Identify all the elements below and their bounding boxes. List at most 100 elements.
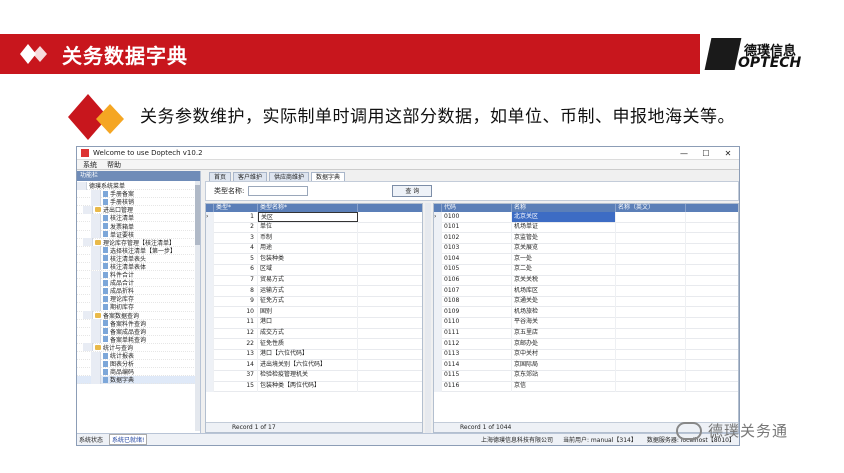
document-icon — [103, 376, 108, 383]
cell-name-en — [616, 253, 686, 265]
folder-icon — [95, 207, 101, 213]
banner-title: 关务数据字典 — [62, 44, 188, 68]
table-row[interactable]: 4 用途 — [206, 243, 422, 255]
table-row[interactable]: 15 包装种类【两位代码】 — [206, 381, 422, 393]
table-row[interactable]: 0107 机场库区 — [434, 285, 738, 297]
tab-supplier[interactable]: 供应商维护 — [269, 172, 310, 181]
row-indicator — [434, 338, 442, 350]
cell-type: 7 — [214, 275, 258, 286]
table-row[interactable]: 0108 京通关处 — [434, 296, 738, 308]
table-row[interactable]: 7 贸易方式 — [206, 275, 422, 287]
close-button[interactable]: ✕ — [717, 149, 739, 158]
banner: 关务数据字典 德璞信息 OPTECH — [0, 34, 844, 74]
maximize-button[interactable]: ☐ — [695, 149, 717, 158]
tab-customer[interactable]: 客户维护 — [233, 172, 268, 181]
cell-type: 5 — [214, 253, 258, 265]
cell-code: 0102 — [442, 232, 512, 244]
table-row[interactable]: 0111 京五里店 — [434, 328, 738, 340]
document-icon — [103, 368, 108, 375]
table-row[interactable]: 14 进出境关别【六位代码】 — [206, 359, 422, 371]
table-row[interactable]: 10 国别 — [206, 306, 422, 318]
table-row[interactable]: 0115 京东郊站 — [434, 370, 738, 382]
document-icon — [103, 255, 108, 262]
type-name-input[interactable] — [248, 186, 309, 196]
table-row[interactable]: 12 成交方式 — [206, 328, 422, 340]
tree-gutter — [91, 262, 101, 271]
table-row[interactable]: 6 区域 — [206, 264, 422, 276]
row-indicator — [434, 370, 442, 381]
tree-item[interactable]: 备案单耗查询 — [77, 335, 200, 344]
tab-bar: 首页 客户维护 供应商维护 数据字典 — [205, 171, 739, 181]
tab-data-dictionary[interactable]: 数据字典 — [311, 172, 346, 181]
type-grid: 类型* 类型名称* › 1 关区 2 单位 3 币制 4 用途 5 包装种类 6 区域 7 贸易方式 8 运输方… — [205, 203, 423, 433]
cell-type-name: 贸易方式 — [258, 275, 358, 286]
cell-type-name: 港口【六位代码】 — [258, 349, 358, 360]
wechat-icon — [676, 421, 702, 440]
row-indicator — [206, 232, 214, 244]
table-row[interactable]: 11 港口 — [206, 317, 422, 329]
table-row[interactable]: 0114 京国际局 — [434, 359, 738, 371]
tree-gutter — [91, 270, 101, 279]
tree-item[interactable]: 手册核销 — [77, 197, 200, 207]
cell-name: 京信 — [512, 381, 616, 392]
cell-name-en — [616, 317, 686, 329]
table-row[interactable]: 0104 京一处 — [434, 253, 738, 265]
row-indicator — [434, 232, 442, 244]
tab-home[interactable]: 首页 — [209, 172, 232, 181]
cell-code: 0108 — [442, 296, 512, 307]
row-indicator — [206, 317, 214, 329]
table-row[interactable]: 0101 机场单证 — [434, 222, 738, 234]
cell-code: 0110 — [442, 317, 512, 329]
menu-help[interactable]: 帮助 — [107, 160, 121, 170]
table-row[interactable]: › 0100 北京关区 — [434, 211, 738, 223]
tree-gutter — [83, 238, 93, 247]
row-indicator: › — [434, 211, 442, 223]
cell-type: 13 — [214, 349, 258, 360]
status-state: 系统已就绪! — [109, 434, 148, 445]
cell-type: 15 — [214, 381, 258, 392]
table-row[interactable]: 8 运输方式 — [206, 285, 422, 297]
cell-name-en — [616, 370, 686, 381]
row-indicator — [206, 264, 214, 276]
row-indicator — [206, 306, 214, 318]
cell-name-en — [616, 222, 686, 233]
row-indicator — [434, 317, 442, 329]
table-row[interactable]: 5 包装种类 — [206, 253, 422, 265]
cell-name-en — [616, 359, 686, 371]
document-icon — [103, 190, 108, 197]
table-row[interactable]: 0105 京二处 — [434, 264, 738, 276]
cell-name-en — [616, 264, 686, 276]
cell-type: 14 — [214, 359, 258, 371]
minimize-button[interactable]: — — [673, 149, 695, 158]
query-button[interactable]: 查 询 — [392, 185, 433, 197]
tree-item[interactable]: 数据字典 — [77, 375, 200, 385]
cell-type: 10 — [214, 306, 258, 318]
table-row[interactable]: 0116 京信 — [434, 381, 738, 393]
cell-name: 机场单证 — [512, 222, 616, 233]
table-row[interactable]: › 1 关区 — [206, 211, 422, 223]
cell-code: 0100 — [442, 211, 512, 223]
table-row[interactable]: 0102 京监管处 — [434, 232, 738, 244]
cell-code: 0116 — [442, 381, 512, 392]
table-row[interactable]: 13 港口【六位代码】 — [206, 349, 422, 361]
table-row[interactable]: 0112 京邮办处 — [434, 338, 738, 350]
table-row[interactable]: 0110 平谷海关 — [434, 317, 738, 329]
tree-gutter — [91, 230, 101, 239]
table-row[interactable]: 0109 机场旅检 — [434, 306, 738, 318]
table-row[interactable]: 0106 京关关税 — [434, 275, 738, 287]
table-row[interactable]: 22 征免性质 — [206, 338, 422, 350]
row-indicator — [206, 370, 214, 381]
table-row[interactable]: 3 币制 — [206, 232, 422, 244]
cell-code: 0107 — [442, 285, 512, 297]
cell-type: 11 — [214, 317, 258, 329]
table-row[interactable]: 0103 京关展览 — [434, 243, 738, 255]
table-row[interactable]: 9 征免方式 — [206, 296, 422, 308]
table-row[interactable]: 2 单位 — [206, 222, 422, 234]
table-row[interactable]: 0113 京中关村 — [434, 349, 738, 361]
splitter[interactable] — [425, 203, 431, 433]
sidebar-scrollbar[interactable] — [195, 181, 200, 431]
table-row[interactable]: 37 检验检疫管理机关 — [206, 370, 422, 382]
cell-type-name: 币制 — [258, 232, 358, 244]
menu-system[interactable]: 系统 — [83, 160, 97, 170]
cell-code: 0113 — [442, 349, 512, 360]
